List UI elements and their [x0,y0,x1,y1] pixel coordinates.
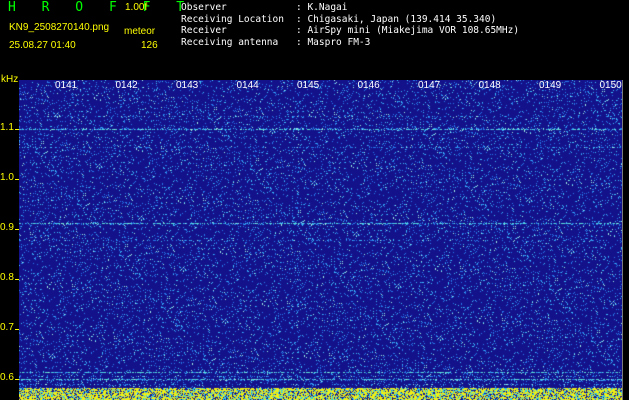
filename-label: KN9_2508270140.png [9,22,110,33]
info-value: : Chigasaki, Japan (139.414 35.340) [296,13,497,25]
app-title: H R O F F T [8,0,194,15]
info-value: : AirSpy mini (Miakejima VOR 108.65MHz) [296,25,520,36]
info-label: Receiving antenna [181,36,279,48]
header-panel: H R O F F T 1.00f KN9_2508270140.png met… [0,0,629,78]
mode-label: meteor [124,26,156,37]
y-tick-label: 0.9 [0,222,14,233]
info-label: Observer [181,2,227,13]
info-label: Receiving Location [181,13,284,25]
count-label: 126 [141,40,158,51]
version-label: 1.00f [125,2,148,13]
spectrogram-right-border [622,80,623,400]
y-tick-label: 1.0 [0,172,14,183]
info-label: Receiver [181,25,227,36]
y-tick-label: 0.6 [0,372,14,383]
y-tick-label: 0.8 [0,272,14,283]
spectrogram-canvas [19,80,622,400]
y-tick-label: 1.1 [0,122,14,133]
y-tick-label: 0.7 [0,322,14,333]
info-value: : Maspro FM-3 [296,36,371,48]
info-value: : K.Nagai [296,2,348,13]
timestamp-label: 25.08.27 01:40 [9,40,76,51]
